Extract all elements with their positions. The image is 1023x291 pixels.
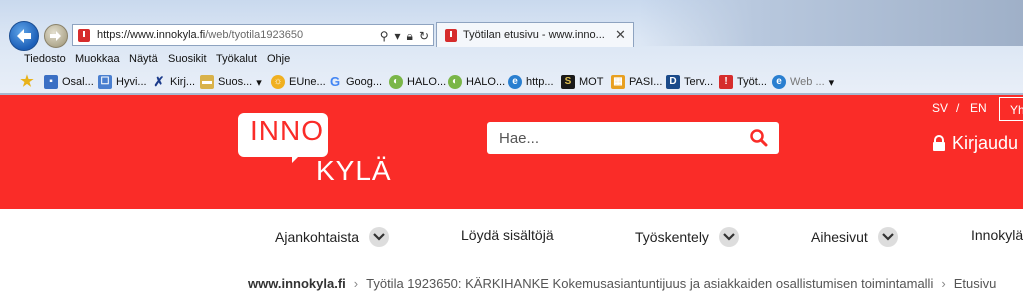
fav-item[interactable]: e Web ... ▾ bbox=[772, 74, 834, 90]
fav-item[interactable]: ✗ Kirj... bbox=[152, 74, 196, 90]
chevron-down-icon[interactable] bbox=[877, 227, 898, 247]
dropdown-icon[interactable]: ▾ bbox=[395, 27, 401, 45]
menu-tyokalut[interactable]: Työkalut bbox=[216, 53, 257, 65]
url-path: /web/tyotila1923650 bbox=[205, 29, 304, 41]
browser-tab[interactable]: Työtilan etusivu - www.inno... ✕ bbox=[436, 22, 634, 47]
browser-chrome: https://www.innokyla.fi/web/tyotila19236… bbox=[0, 0, 1023, 95]
site-favicon-icon bbox=[78, 29, 90, 42]
fav-item[interactable]: G Goog... bbox=[328, 74, 382, 90]
menu-suosikit[interactable]: Suosikit bbox=[168, 53, 207, 65]
site-header: INNO KYLÄ Hae... SV / EN Yh Kirjaudu bbox=[0, 95, 1023, 209]
forward-button[interactable] bbox=[44, 24, 68, 48]
lock-icon[interactable]: 🔒︎ bbox=[407, 27, 413, 45]
fav-item[interactable]: ☐ Hyvi... bbox=[98, 74, 147, 90]
fav-item[interactable]: S MOT bbox=[561, 74, 603, 90]
fav-item[interactable]: ▪ Osal... bbox=[44, 74, 94, 90]
menu-nayta[interactable]: Näytä bbox=[129, 53, 158, 65]
lang-sv-link[interactable]: SV bbox=[932, 101, 948, 115]
chevron-down-icon[interactable] bbox=[718, 227, 739, 247]
favorites-bar: ★ ▪ Osal... ☐ Hyvi... ✗ Kirj... ▬ Suos... ▾ ☼… bbox=[0, 69, 1023, 93]
fav-folder[interactable]: ▬ Suos... ▾ bbox=[200, 74, 262, 90]
fav-item[interactable]: ☼ EUne... bbox=[271, 74, 326, 90]
nav-ajankohtaista[interactable]: Ajankohtaista bbox=[275, 227, 390, 247]
fav-item[interactable]: ◐ HALO... bbox=[389, 74, 446, 90]
forward-arrow-icon bbox=[50, 31, 61, 41]
title-bar-background bbox=[640, 0, 1023, 46]
menu-muokkaa[interactable]: Muokkaa bbox=[75, 53, 120, 65]
url-host: https://www.innokyla.fi bbox=[97, 29, 206, 41]
nav-tyoskentely[interactable]: Työskentely bbox=[635, 227, 739, 247]
login-link[interactable]: Kirjaudu bbox=[932, 133, 1018, 154]
logo-text-bottom[interactable]: KYLÄ bbox=[316, 155, 392, 187]
lang-en-link[interactable]: EN bbox=[970, 101, 987, 115]
fav-item[interactable]: ▦ PASI... bbox=[611, 74, 662, 90]
back-arrow-icon bbox=[17, 29, 31, 43]
login-label: Kirjaudu bbox=[952, 133, 1019, 153]
back-button[interactable] bbox=[9, 21, 39, 51]
search-icon[interactable] bbox=[749, 128, 769, 148]
nav-label: Löydä sisältöjä bbox=[461, 227, 554, 243]
menu-tiedosto[interactable]: Tiedosto bbox=[24, 53, 66, 65]
favorites-star-icon[interactable]: ★ bbox=[20, 74, 34, 90]
nav-innokyla[interactable]: Innokylä bbox=[971, 227, 1023, 243]
search-box[interactable]: Hae... bbox=[487, 122, 779, 154]
address-bar[interactable]: https://www.innokyla.fi/web/tyotila19236… bbox=[72, 24, 434, 46]
nav-loyda-sisaltoja[interactable]: Löydä sisältöjä bbox=[461, 227, 554, 243]
menu-ohje[interactable]: Ohje bbox=[267, 53, 290, 65]
nav-label: Innokylä bbox=[971, 227, 1023, 243]
tab-title: Työtilan etusivu - www.inno... bbox=[463, 29, 605, 41]
nav-aihesivut[interactable]: Aihesivut bbox=[811, 227, 898, 247]
menu-bar: Tiedosto Muokkaa Näytä Suosikit Työkalut… bbox=[0, 50, 1023, 69]
refresh-icon[interactable]: ↻ bbox=[419, 27, 429, 45]
chevron-down-icon[interactable] bbox=[369, 227, 390, 247]
nav-label: Työskentely bbox=[635, 229, 709, 245]
logo-text-top[interactable]: INNO bbox=[250, 115, 324, 147]
search-icon[interactable]: ⚲ bbox=[380, 27, 389, 45]
nav-label: Ajankohtaista bbox=[275, 229, 360, 245]
fav-item[interactable]: D Terv... bbox=[666, 74, 713, 90]
search-input[interactable]: Hae... bbox=[499, 130, 539, 147]
address-url[interactable]: https://www.innokyla.fi/web/tyotila19236… bbox=[97, 29, 303, 41]
fav-item[interactable]: ! Työt... bbox=[719, 74, 767, 90]
tab-favicon-icon bbox=[445, 29, 457, 42]
close-tab-icon[interactable]: ✕ bbox=[615, 27, 626, 43]
lang-separator: / bbox=[956, 101, 960, 115]
nav-label: Aihesivut bbox=[811, 229, 868, 245]
lock-icon bbox=[933, 135, 945, 151]
contact-button[interactable]: Yh bbox=[999, 97, 1023, 121]
fav-item[interactable]: e http... bbox=[508, 74, 554, 90]
fav-item[interactable]: ◐ HALO... bbox=[448, 74, 505, 90]
